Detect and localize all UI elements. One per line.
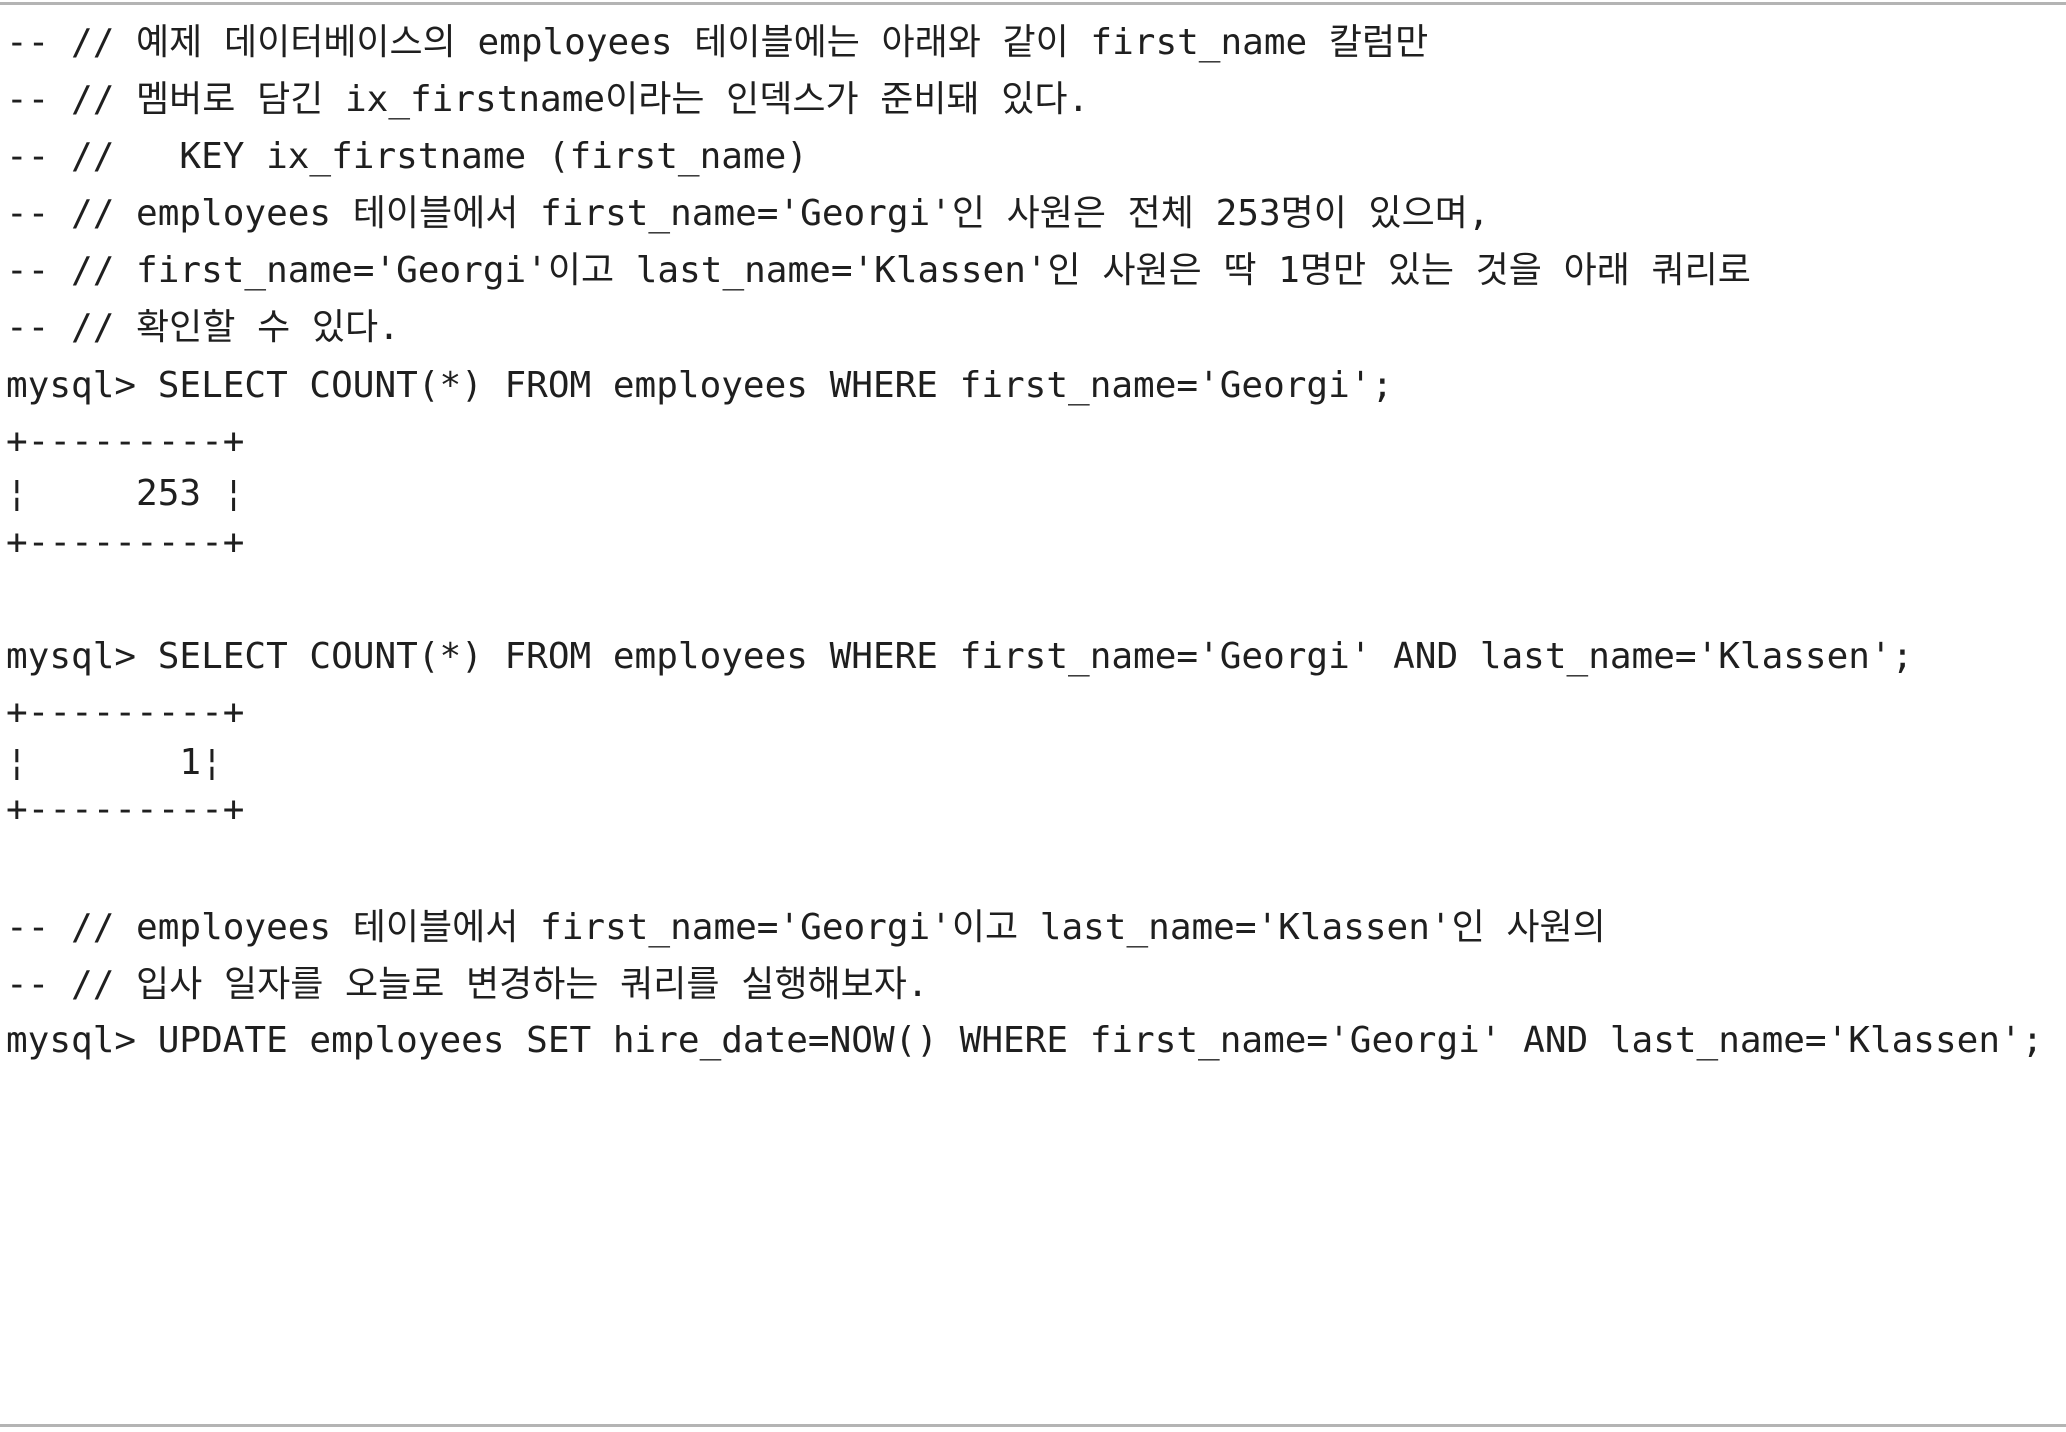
- bottom-rule: [0, 1424, 2066, 1427]
- query-line-2: mysql> SELECT COUNT(*) FROM employees WH…: [6, 636, 1914, 677]
- comment-line-4: -- // employees 테이블에서 first_name='Georgi…: [6, 193, 1490, 234]
- result-border-top-1: +---------+: [6, 421, 245, 462]
- query-line-3: mysql> UPDATE employees SET hire_date=NO…: [6, 1020, 2044, 1061]
- comment-line-8: -- // 입사 일자를 오늘로 변경하는 쿼리를 실행해보자.: [6, 964, 929, 1005]
- result-border-bottom-1: +---------+: [6, 522, 245, 563]
- top-rule: [0, 2, 2066, 5]
- comment-line-5: -- // first_name='Georgi'이고 last_name='K…: [6, 250, 1751, 291]
- result-border-top-2: +---------+: [6, 692, 245, 733]
- query-line-1: mysql> SELECT COUNT(*) FROM employees WH…: [6, 365, 1394, 406]
- result-value-1: ¦ 253 ¦: [6, 473, 245, 514]
- code-listing: -- // 예제 데이터베이스의 employees 테이블에는 아래와 같이 …: [6, 0, 2043, 1061]
- result-value-2: ¦ 1¦: [6, 742, 223, 783]
- comment-line-7: -- // employees 테이블에서 first_name='Georgi…: [6, 907, 1606, 948]
- comment-line-6: -- // 확인할 수 있다.: [6, 307, 400, 348]
- result-border-bottom-2: +---------+: [6, 789, 245, 830]
- comment-line-1: -- // 예제 데이터베이스의 employees 테이블에는 아래와 같이 …: [6, 22, 1429, 63]
- comment-line-3: -- // KEY ix_firstname (first_name): [6, 136, 808, 177]
- comment-line-2: -- // 멤버로 담긴 ix_firstname이라는 인덱스가 준비돼 있다…: [6, 79, 1090, 120]
